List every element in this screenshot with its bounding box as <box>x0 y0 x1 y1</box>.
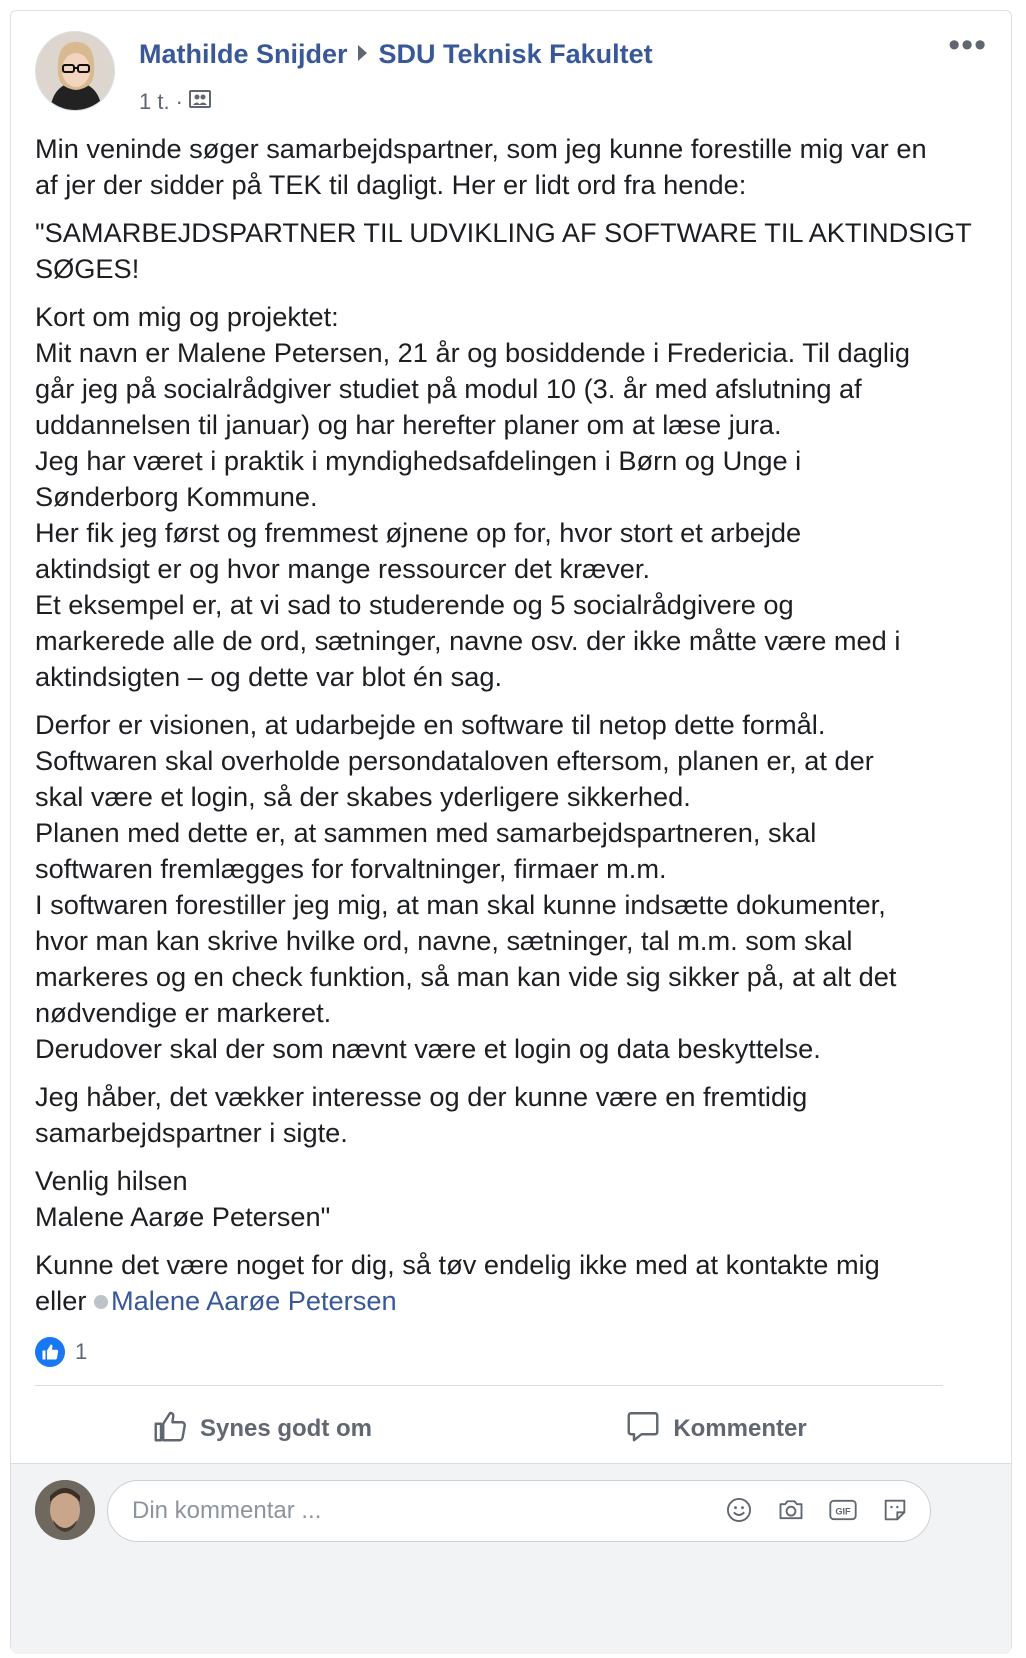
like-button[interactable]: Synes godt om <box>35 1389 489 1469</box>
current-user-avatar[interactable] <box>35 1480 95 1540</box>
paragraph-line: I softwaren forestiller jeg mig, at man … <box>35 889 886 920</box>
group-name-link[interactable]: SDU Teknisk Fakultet <box>379 39 653 69</box>
paragraph-line: uddannelsen til januar) og har herefter … <box>35 409 782 440</box>
paragraph-line: Mit navn er Malene Petersen, 21 år og bo… <box>35 337 911 368</box>
paragraph-line: Derudover skal der som nævnt være et log… <box>35 1033 821 1064</box>
thumbs-up-icon <box>152 1408 188 1451</box>
paragraph-line: aktindsigt er og hvor mange ressourcer d… <box>35 553 651 584</box>
paragraph-line: skal være et login, så der skabes yderli… <box>35 781 691 812</box>
paragraph-line: samarbejdspartner i sigte. <box>35 1117 348 1148</box>
comment-button[interactable]: Kommenter <box>489 1389 943 1469</box>
post-header: Mathilde Snijder SDU Teknisk Fakultet 1 t… <box>35 28 991 121</box>
meta-separator: · <box>175 89 183 114</box>
paragraph-line: hvor man kan skrive hvilke ord, navne, s… <box>35 925 853 956</box>
emoji-icon[interactable] <box>724 1495 754 1525</box>
post-card: Mathilde Snijder SDU Teknisk Fakultet 1 t… <box>10 10 1012 1654</box>
post-paragraph: Jeg håber, det vækker interesse og der k… <box>35 1079 985 1151</box>
post-title: Mathilde Snijder SDU Teknisk Fakultet <box>139 39 653 70</box>
mention-link[interactable]: Malene Aarøe Petersen <box>111 1285 397 1316</box>
gif-icon[interactable]: GIF <box>828 1495 858 1525</box>
sticker-icon[interactable] <box>880 1495 910 1525</box>
paragraph-line: Kort om mig og projektet: <box>35 301 339 332</box>
svg-text:GIF: GIF <box>835 1507 851 1517</box>
reaction-count: 1 <box>75 1339 88 1364</box>
post-closing: Kunne det være noget for dig, så tøv end… <box>35 1247 985 1319</box>
paragraph-line: softwaren fremlægges for forvaltninger, … <box>35 853 667 884</box>
comment-input[interactable]: Din kommentar ... GIF <box>107 1480 931 1542</box>
paragraph-line: Derfor er visionen, at udarbejde en soft… <box>35 709 826 740</box>
paragraph-line: Malene Aarøe Petersen" <box>35 1201 331 1232</box>
paragraph-line: SØGES! <box>35 253 140 284</box>
paragraph-line: Et eksempel er, at vi sad to studerende … <box>35 589 794 620</box>
paragraph-line: Min veninde søger samarbejdspartner, som… <box>35 133 927 164</box>
caret-right-icon <box>357 45 367 61</box>
paragraph-line: markeres og en check funktion, så man ka… <box>35 961 897 992</box>
post-paragraph: Derfor er visionen, at udarbejde en soft… <box>35 707 985 1067</box>
post-body: Min veninde søger samarbejdspartner, som… <box>35 131 985 1331</box>
composer-tools: GIF <box>724 1495 910 1525</box>
like-label: Synes godt om <box>199 1415 373 1442</box>
more-options-button[interactable]: ••• <box>948 28 987 62</box>
post-paragraph: Min veninde søger samarbejdspartner, som… <box>35 131 985 203</box>
paragraph-line: af jer der sidder på TEK til dagligt. He… <box>35 169 747 200</box>
paragraph-line: Sønderborg Kommune. <box>35 481 318 512</box>
closing-prefix: eller <box>35 1285 94 1316</box>
reaction-summary[interactable]: 1 <box>35 1337 87 1367</box>
camera-icon[interactable] <box>776 1495 806 1525</box>
post-timestamp[interactable]: 1 t. <box>139 89 170 115</box>
action-bar: Synes godt om Kommenter <box>35 1389 943 1469</box>
paragraph-line: aktindsigten – og dette var blot én sag. <box>35 661 503 692</box>
post-paragraph: Kort om mig og projektet: Mit navn er Mal… <box>35 299 985 695</box>
paragraph-line: Softwaren skal overholde persondataloven… <box>35 745 874 776</box>
paragraph-line: Venlig hilsen <box>35 1165 188 1196</box>
paragraph-line: markerede alle de ord, sætninger, navne … <box>35 625 901 656</box>
author-name-link[interactable]: Mathilde Snijder <box>139 39 348 69</box>
post-paragraph: "SAMARBEJDSPARTNER TIL UDVIKLING AF SOFT… <box>35 215 985 287</box>
paragraph-line: "SAMARBEJDSPARTNER TIL UDVIKLING AF SOFT… <box>35 217 972 248</box>
paragraph-line: Her fik jeg først og fremmest øjnene op … <box>35 517 802 548</box>
paragraph-line: Planen med dette er, at sammen med samar… <box>35 817 817 848</box>
comment-composer: Din kommentar ... GIF <box>11 1463 1011 1654</box>
closing-line: Kunne det være noget for dig, så tøv end… <box>35 1249 880 1280</box>
paragraph-line: Jeg har været i praktik i myndighedsafde… <box>35 445 802 476</box>
post-paragraph: Venlig hilsen Malene Aarøe Petersen" <box>35 1163 985 1235</box>
author-avatar[interactable] <box>35 31 115 111</box>
comment-label: Kommenter <box>673 1415 807 1442</box>
paragraph-line: nødvendige er markeret. <box>35 997 332 1028</box>
comment-icon <box>625 1408 661 1451</box>
paragraph-line: Jeg håber, det vækker interesse og der k… <box>35 1081 808 1112</box>
post-meta: 1 t. · <box>139 89 211 115</box>
group-audience-icon[interactable] <box>188 89 211 115</box>
mention-status-icon <box>93 1295 108 1309</box>
closing-line-2: eller Malene Aarøe Petersen <box>35 1283 985 1319</box>
comment-placeholder: Din kommentar ... <box>132 1497 322 1524</box>
like-reaction-icon <box>35 1337 65 1367</box>
divider <box>35 1385 943 1386</box>
paragraph-line: går jeg på socialrådgiver studiet på mod… <box>35 373 862 404</box>
post-paragraphs: Min veninde søger samarbejdspartner, som… <box>35 131 985 1235</box>
